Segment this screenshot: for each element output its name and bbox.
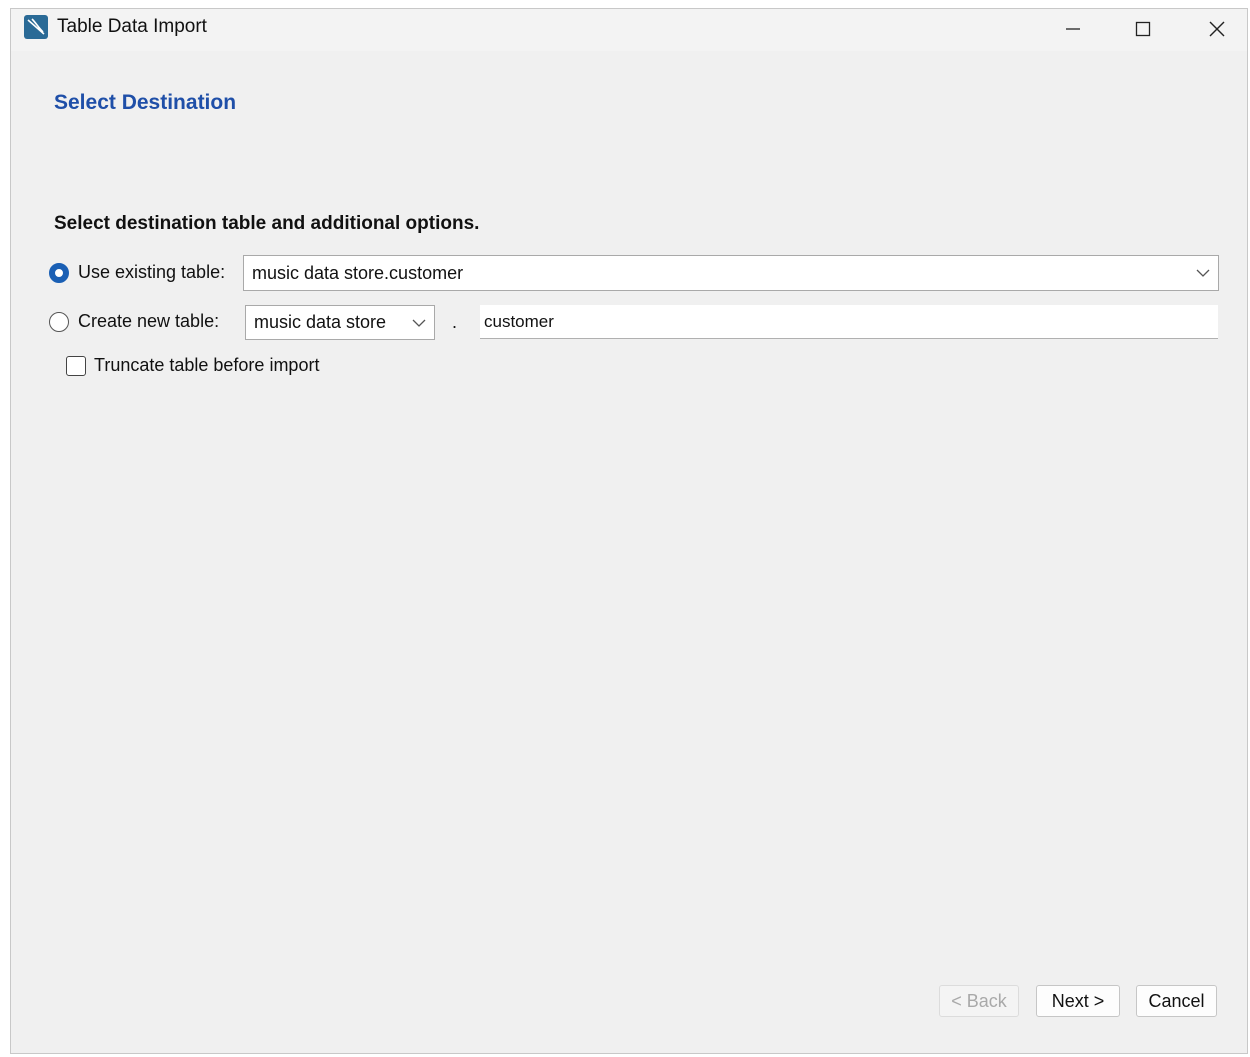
existing-table-select[interactable]: music data store.customer bbox=[243, 255, 1219, 291]
use-existing-label: Use existing table: bbox=[78, 262, 226, 282]
close-icon bbox=[1209, 21, 1225, 37]
page-heading: Select Destination bbox=[54, 91, 237, 114]
schema-value: music data store bbox=[254, 312, 387, 332]
close-button[interactable] bbox=[1187, 9, 1247, 49]
dialog-window: Table Data Import Select Destination Sel… bbox=[10, 8, 1248, 1054]
back-button[interactable]: < Back bbox=[939, 985, 1019, 1017]
chevron-down-icon bbox=[412, 319, 426, 327]
existing-table-value: music data store.customer bbox=[252, 262, 464, 283]
instruction-text: Select destination table and additional … bbox=[54, 213, 480, 234]
minimize-icon bbox=[1066, 28, 1080, 30]
use-existing-radio[interactable] bbox=[49, 263, 69, 283]
create-new-label: Create new table: bbox=[78, 311, 220, 331]
maximize-button[interactable] bbox=[1113, 9, 1173, 49]
title-bar: Table Data Import bbox=[11, 9, 1247, 51]
new-table-name-input[interactable] bbox=[480, 305, 1218, 339]
minimize-button[interactable] bbox=[1043, 9, 1103, 49]
next-button[interactable]: Next > bbox=[1036, 985, 1120, 1017]
schema-select[interactable]: music data store bbox=[245, 305, 435, 340]
maximize-icon bbox=[1135, 21, 1151, 37]
chevron-down-icon bbox=[1196, 269, 1210, 277]
mysql-workbench-icon bbox=[24, 15, 48, 39]
truncate-label: Truncate table before import bbox=[94, 355, 320, 375]
schema-table-separator: . bbox=[452, 312, 458, 332]
create-new-radio[interactable] bbox=[49, 312, 69, 332]
truncate-checkbox[interactable] bbox=[66, 356, 86, 376]
cancel-button[interactable]: Cancel bbox=[1136, 985, 1217, 1017]
window-title: Table Data Import bbox=[57, 16, 207, 37]
